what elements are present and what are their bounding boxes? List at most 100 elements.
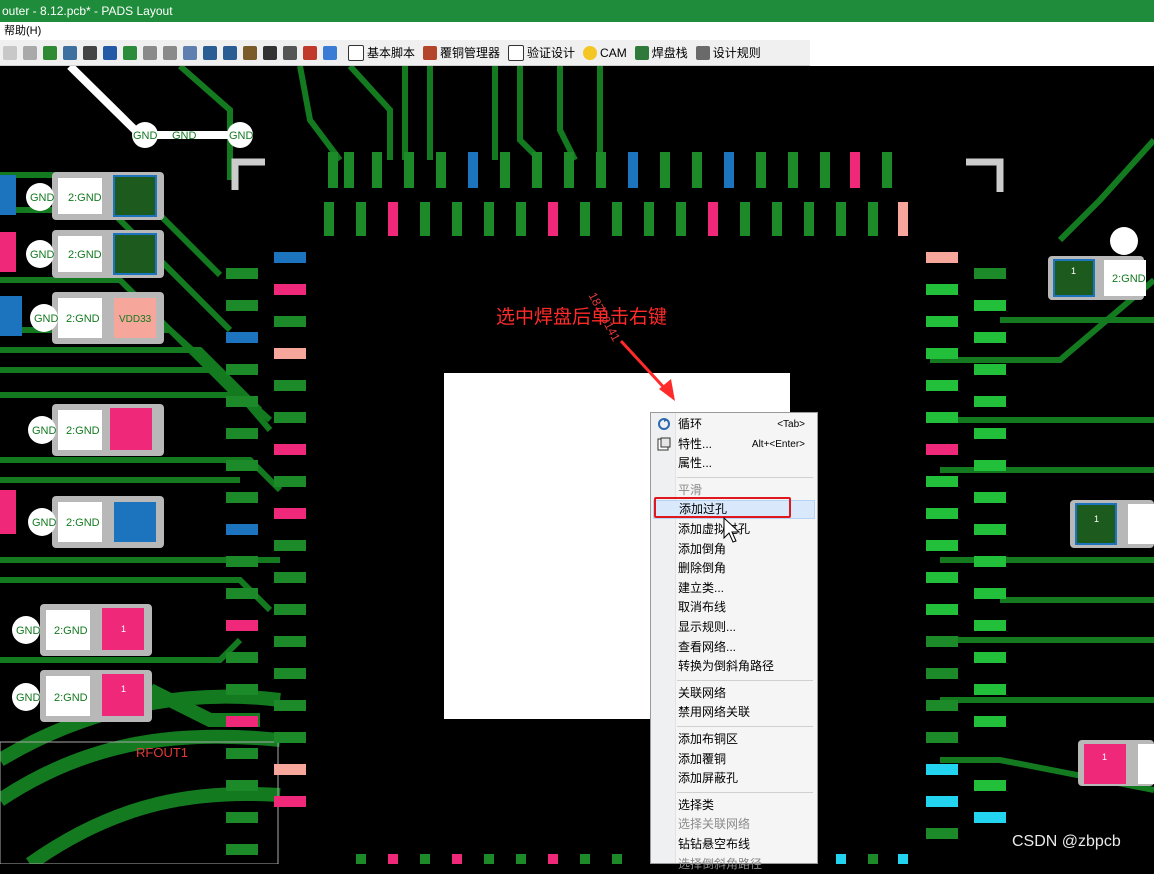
tool-icon[interactable] — [103, 45, 117, 60]
top-pad-row — [324, 152, 908, 236]
toolbar-button-verify-design[interactable]: 验证设计 — [508, 44, 575, 61]
menu-item-label: 特性... — [678, 436, 713, 451]
mouse-cursor — [723, 516, 741, 543]
house-icon — [423, 45, 438, 60]
context-menu-item[interactable]: 循环 <Tab> — [653, 415, 815, 434]
toolbar-button-basic-script[interactable]: 基本脚本 — [348, 44, 415, 61]
tool-icon[interactable] — [3, 45, 17, 60]
context-menu-item[interactable]: 特性... Alt+<Enter> — [653, 435, 815, 454]
tool-icon[interactable] — [123, 45, 137, 60]
tool-icon[interactable] — [223, 45, 237, 60]
tool-icon[interactable] — [83, 45, 97, 60]
context-menu-item[interactable]: 属性... — [653, 454, 815, 473]
toolbar-button-label: 焊盘栈 — [651, 46, 688, 60]
menu-separator — [677, 726, 813, 727]
menu-item-label: 显示规则... — [678, 620, 737, 634]
pad-number: 1 — [121, 684, 126, 694]
zoom-icon[interactable] — [183, 45, 197, 60]
net-label-gnd: GND — [16, 692, 41, 704]
context-menu-item[interactable]: 选择类 — [653, 796, 815, 815]
net-label-gnd: GND — [30, 192, 55, 204]
net-label-2gnd: 2:GND — [54, 625, 88, 637]
net-label-vdd: VDD33 — [119, 314, 152, 325]
menu-item-label: 转换为倒斜角路径 — [678, 659, 775, 674]
context-menu-item[interactable]: 关联网络 — [653, 684, 815, 703]
window-icon — [508, 44, 525, 61]
context-menu-item[interactable]: 钻钻悬空布线 — [653, 835, 815, 854]
bottom-pad-row — [356, 854, 908, 864]
menu-item-label: 添加屏蔽孔 — [678, 771, 739, 786]
menu-item-label: 选择类 — [678, 797, 715, 812]
menu-item-label: 建立类... — [678, 580, 725, 595]
menu-help[interactable]: 帮助(H) — [4, 25, 41, 37]
tool-icon[interactable] — [263, 45, 277, 60]
menu-separator — [677, 679, 813, 681]
toolbar-empty-area — [810, 40, 1154, 66]
toolbar: 基本脚本 覆铜管理器 验证设计 CAM 焊盘栈 设计规则 — [0, 40, 810, 66]
context-menu-item[interactable]: 显示规则... — [653, 618, 815, 637]
menu-separator — [677, 791, 813, 793]
net-label-2gnd: 2:GND — [54, 692, 88, 704]
context-menu-item[interactable]: 添加布铜区 — [653, 730, 815, 749]
tool-icon[interactable] — [63, 45, 77, 60]
context-menu-item[interactable]: 删除倒角 — [653, 559, 815, 578]
menu-item-label: 添加覆铜 — [678, 751, 727, 766]
context-menu-item[interactable]: 查看网络... — [653, 638, 815, 657]
toolbar-button-design-rules[interactable]: 设计规则 — [695, 44, 761, 61]
toolbar-button-cam[interactable]: CAM — [583, 45, 627, 60]
pad-icon — [634, 45, 649, 60]
silkscreen-corner — [231, 158, 265, 190]
toolbar-button-label: 覆铜管理器 — [440, 46, 501, 60]
tool-icon[interactable] — [323, 45, 337, 60]
cycle-icon — [657, 417, 671, 431]
menu-separator — [677, 476, 813, 478]
menu-item-label: 属性... — [678, 456, 713, 471]
net-label-rfout: RFOUT1 — [136, 745, 188, 760]
menu-item-label: 关联网络 — [678, 685, 727, 700]
net-label-gnd: GND — [32, 517, 57, 529]
context-menu-item[interactable]: 建立类... — [653, 579, 815, 598]
net-label-2gnd: 2:GND — [1112, 273, 1146, 285]
toolbar-button-label: CAM — [600, 45, 627, 60]
menu-item-label: 平滑 — [678, 482, 703, 497]
menu-item-shortcut: <Tab> — [777, 419, 805, 430]
context-menu: 循环 <Tab> 特性... Alt+<Enter> 属性... 平滑 添加过孔 添加虚拟过孔… — [650, 412, 818, 871]
menu-bar: 帮助(H) — [0, 22, 1154, 40]
script-icon — [348, 44, 364, 61]
context-menu-item[interactable]: 取消布线 — [653, 598, 815, 617]
annotation-text: 选中焊盘后单击右键 — [496, 307, 668, 328]
tool-icon[interactable] — [303, 45, 317, 60]
toolbar-button-label: 基本脚本 — [367, 46, 416, 60]
context-menu-item[interactable]: 添加覆铜 — [653, 750, 815, 769]
redo-icon[interactable] — [163, 45, 177, 60]
properties-icon — [657, 437, 671, 451]
context-menu-item: 选择倒斜角路径 — [653, 855, 815, 874]
menu-item-label: 查看网络... — [678, 639, 737, 654]
pad-number: 1 — [1071, 266, 1076, 276]
tool-icon[interactable] — [283, 45, 297, 60]
pad-number: 1 — [121, 624, 126, 634]
watermark: CSDN @zbpcb — [1012, 833, 1121, 850]
toolbar-button-padstack[interactable]: 焊盘栈 — [634, 44, 688, 61]
undo-icon[interactable] — [143, 45, 157, 60]
pad-number: 1 — [1102, 752, 1107, 762]
rules-icon — [695, 45, 710, 60]
highlight-box — [654, 497, 791, 518]
context-menu-item[interactable]: 禁用网络关联 — [653, 703, 815, 722]
menu-item-shortcut: Alt+<Enter> — [751, 438, 805, 450]
net-label-gnd: GND — [30, 249, 55, 261]
window-title-bar: outer - 8.12.pcb* - PADS Layout — [0, 0, 1154, 22]
menu-item-label: 选择关联网络 — [678, 817, 751, 832]
net-label-2gnd: 2:GND — [68, 192, 102, 204]
toolbar-button-pour-manager[interactable]: 覆铜管理器 — [423, 44, 500, 61]
net-label-gnd: GND — [34, 313, 59, 325]
tool-icon[interactable] — [203, 45, 217, 60]
context-menu-item[interactable]: 转换为倒斜角路径 — [653, 657, 815, 676]
net-label-gnd: GND — [32, 425, 57, 437]
tool-icon[interactable] — [243, 45, 257, 60]
net-label-gnd: GND — [229, 130, 254, 142]
menu-item-label: 添加布铜区 — [678, 732, 739, 746]
tool-icon[interactable] — [23, 45, 37, 60]
context-menu-item[interactable]: 添加屏蔽孔 — [653, 769, 815, 788]
tool-icon[interactable] — [43, 45, 57, 60]
